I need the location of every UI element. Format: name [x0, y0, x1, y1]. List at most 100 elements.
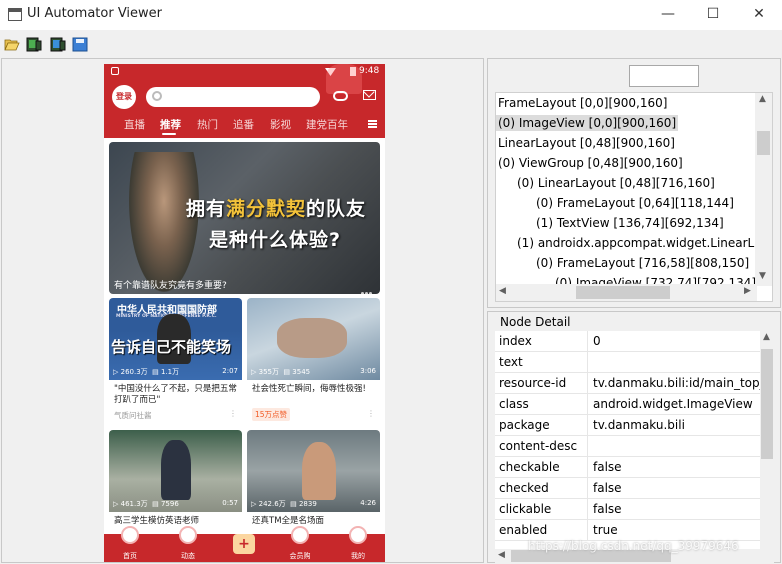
thumbnail-figure: [277, 318, 347, 358]
property-key: checkable: [499, 460, 560, 474]
tree-horizontal-scrollbar[interactable]: ◀ ▶: [496, 284, 757, 301]
nav-member-shop-label: 会员购: [289, 552, 311, 560]
scroll-left-arrow-icon[interactable]: ◀: [499, 286, 506, 296]
tab-anime[interactable]: 追番: [233, 117, 254, 132]
tree-node-label: (0) LinearLayout [0,48][716,160]: [517, 176, 715, 190]
tree-node-label: (0) ImageView [0,0][900,160]: [496, 115, 679, 131]
scroll-down-arrow-icon[interactable]: ▼: [759, 271, 766, 281]
tree-node[interactable]: LinearLayout [0,48][900,160]: [498, 133, 675, 153]
watermark-text: https://blog.csdn.net/qq_39979646: [528, 539, 739, 553]
minimize-button[interactable]: —: [645, 0, 691, 30]
video-thumbnail: ▷ 355万 ▤ 3545 3:06: [247, 298, 380, 380]
banner-caption: 有个靠谱队友究竟有多重要?: [114, 281, 227, 291]
maximize-button[interactable]: ☐: [690, 0, 736, 30]
tab-live[interactable]: 直播: [124, 117, 145, 132]
tree-vertical-scrollbar[interactable]: ▲ ▼: [755, 93, 772, 286]
tree-node[interactable]: (0) FrameLayout [0,64][118,144]: [536, 193, 734, 213]
node-detail-pane: Node Detail index 0 text resource-id tv.da…: [487, 311, 781, 563]
notification-icon: [111, 67, 119, 75]
tree-node[interactable]: (1) TextView [136,74][692,134]: [536, 213, 724, 233]
tab-party-centennial[interactable]: 建党百年: [306, 117, 348, 132]
more-options-icon[interactable]: ⋮: [229, 409, 237, 418]
play-count: 461.3万: [120, 500, 148, 508]
danmaku-count: 1.1万: [160, 368, 180, 376]
nav-member-shop[interactable]: 会员购: [282, 526, 318, 562]
tree-node[interactable]: (0) LinearLayout [0,48][716,160]: [517, 173, 715, 193]
gamepad-icon[interactable]: [333, 91, 348, 101]
property-value: 0: [593, 334, 601, 348]
status-time: 9:48: [359, 66, 380, 76]
add-post-button[interactable]: +: [233, 534, 255, 554]
banner-headline-1: 拥有满分默契的队友: [186, 194, 366, 221]
tree-filter-input[interactable]: [629, 65, 699, 87]
nav-dynamics[interactable]: 动态: [170, 526, 206, 562]
table-row[interactable]: class android.widget.ImageView: [495, 394, 760, 415]
property-key: clickable: [499, 502, 552, 516]
more-options-icon[interactable]: ⋮: [367, 409, 375, 418]
tree-node-label: LinearLayout [0,48][900,160]: [498, 136, 675, 150]
tab-movies[interactable]: 影视: [270, 117, 291, 132]
save-icon[interactable]: [72, 37, 88, 52]
folder-open-icon[interactable]: [4, 37, 20, 52]
video-uploader: 气质问社酱: [114, 411, 152, 420]
table-row[interactable]: text: [495, 352, 760, 373]
tab-hot[interactable]: 热门: [197, 117, 218, 132]
video-title: 社会性死亡瞬间，侮辱性极强!: [252, 384, 366, 394]
scroll-thumb[interactable]: [576, 286, 670, 299]
table-row[interactable]: package tv.danmaku.bili: [495, 415, 760, 436]
tree-node[interactable]: (1) androidx.appcompat.widget.LinearLay: [517, 233, 769, 253]
device-screenshot-icon[interactable]: [26, 37, 42, 52]
table-row[interactable]: clickable false: [495, 499, 760, 520]
tree-node[interactable]: FrameLayout [0,0][900,160]: [498, 93, 667, 113]
nav-home-label: 首页: [123, 552, 137, 560]
tree-node[interactable]: (0) ViewGroup [0,48][900,160]: [498, 153, 683, 173]
banner[interactable]: 拥有满分默契的队友 是种什么体验? 有个靠谱队友究竟有多重要?: [109, 142, 380, 294]
video-title: 高三学生模仿英语老师: [114, 516, 200, 526]
table-row[interactable]: checkable false: [495, 457, 760, 478]
property-value: false: [593, 502, 622, 516]
app-header: 9:48 登录 直播 推荐 热门 追番 影视 建党百年: [104, 64, 385, 138]
scroll-thumb[interactable]: [761, 349, 773, 459]
menu-icon[interactable]: [368, 120, 377, 128]
scroll-thumb[interactable]: [757, 131, 770, 155]
hierarchy-pane: FrameLayout [0,0][900,160] (0) ImageView…: [487, 58, 781, 308]
property-key: resource-id: [499, 376, 567, 390]
mail-icon[interactable]: [363, 90, 376, 100]
tab-recommend[interactable]: 推荐: [160, 117, 181, 132]
table-row[interactable]: resource-id tv.danmaku.bili:id/main_top_: [495, 373, 766, 394]
banner-headline-post: 的队友: [306, 198, 367, 220]
video-duration: 0:57: [222, 499, 238, 507]
video-card[interactable]: 中华人民共和国国防部 MINISTRY OF NATIONAL DEFENSE …: [109, 298, 242, 425]
scroll-up-arrow-icon[interactable]: ▲: [763, 332, 770, 342]
nav-home[interactable]: 首页: [112, 526, 148, 562]
scroll-up-arrow-icon[interactable]: ▲: [759, 94, 766, 104]
device-screenshot-compressed-icon[interactable]: [50, 37, 66, 52]
property-key: content-desc: [499, 439, 578, 453]
table-row[interactable]: checked false: [495, 478, 760, 499]
thumbnail-figure: [161, 440, 191, 500]
scroll-right-arrow-icon[interactable]: ▶: [744, 286, 751, 296]
banner-headline-pre: 拥有: [186, 198, 227, 220]
login-button[interactable]: 登录: [112, 85, 136, 109]
table-row[interactable]: index 0: [495, 331, 760, 352]
close-button[interactable]: ✕: [736, 0, 782, 30]
danmaku-count: 7596: [160, 500, 179, 508]
nav-mine[interactable]: 我的: [340, 526, 376, 562]
table-row[interactable]: content-desc: [495, 436, 760, 457]
table-row[interactable]: enabled true: [495, 520, 760, 541]
video-thumbnail: 中华人民共和国国防部 MINISTRY OF NATIONAL DEFENSE …: [109, 298, 242, 380]
tree-node[interactable]: (0) FrameLayout [716,58][808,150]: [536, 253, 749, 273]
hierarchy-tree[interactable]: FrameLayout [0,0][900,160] (0) ImageView…: [495, 92, 773, 302]
scroll-left-arrow-icon[interactable]: ◀: [498, 550, 505, 560]
video-card[interactable]: ▷ 355万 ▤ 3545 3:06 社会性死亡瞬间，侮辱性极强! 15万点赞 …: [247, 298, 380, 425]
node-detail-table[interactable]: index 0 text resource-id tv.danmaku.bili:i…: [495, 331, 774, 563]
device-screenshot[interactable]: 9:48 登录 直播 推荐 热门 追番 影视 建党百年 拥有满分默契的队友 是种…: [104, 64, 385, 562]
video-stats: ▷ 461.3万 ▤ 7596: [113, 500, 179, 508]
property-value: true: [593, 523, 618, 537]
node-detail-heading: Node Detail: [499, 315, 572, 329]
nav-mine-label: 我的: [351, 552, 365, 560]
detail-vertical-scrollbar[interactable]: ▲: [760, 331, 774, 563]
search-input[interactable]: [146, 87, 320, 107]
tree-node-selected[interactable]: (0) ImageView [0,0][900,160]: [496, 113, 679, 133]
banner-headline-highlight: 满分默契: [226, 198, 307, 220]
